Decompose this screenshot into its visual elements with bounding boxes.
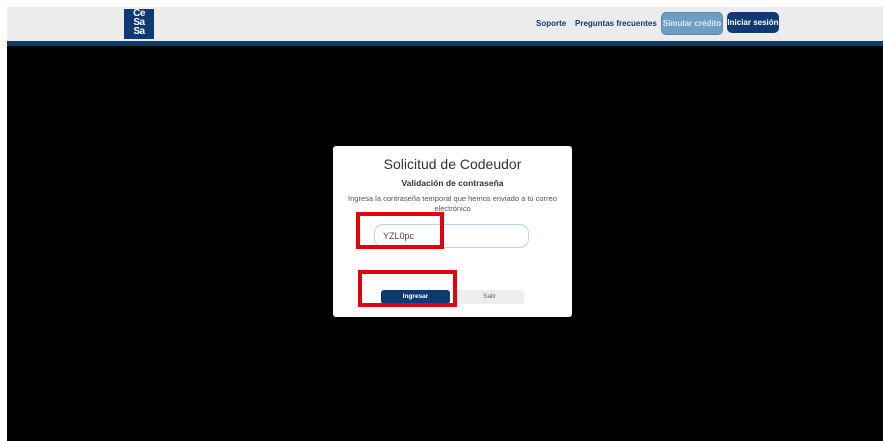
annotation-box-button: [358, 270, 457, 307]
modal-subtitle: Validación de contraseña: [401, 178, 504, 188]
modal-title: Solicitud de Codeudor: [383, 156, 522, 172]
modal-description: Ingresa la contraseña temporal que hemos…: [348, 194, 557, 213]
simular-credito-button[interactable]: Simular crédito: [661, 12, 723, 35]
browser-viewport: Ce Sa Sa Soporte Preguntas frecuentes Si…: [7, 7, 883, 441]
iniciar-sesion-button[interactable]: Iniciar sesión: [727, 12, 779, 33]
logo-line-3: Sa: [133, 26, 145, 37]
nav-link-faq[interactable]: Preguntas frecuentes: [575, 19, 657, 28]
salir-button[interactable]: Salir: [455, 290, 524, 304]
top-navbar: Ce Sa Sa Soporte Preguntas frecuentes Si…: [7, 7, 883, 41]
nav-link-soporte[interactable]: Soporte: [536, 19, 566, 28]
brand-logo[interactable]: Ce Sa Sa: [124, 9, 154, 39]
annotation-box-input: [356, 212, 444, 249]
